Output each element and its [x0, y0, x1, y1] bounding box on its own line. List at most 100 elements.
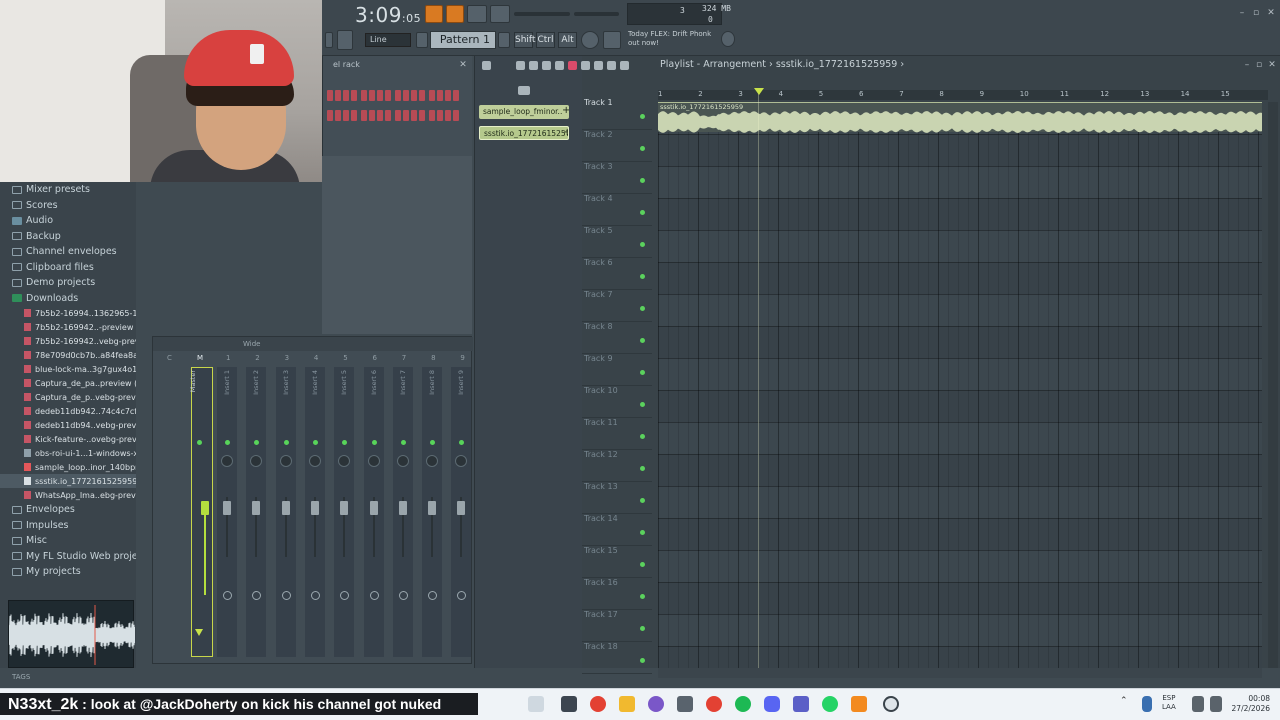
mixer-insert-led[interactable]	[371, 440, 377, 445]
step-button[interactable]	[351, 110, 357, 121]
close-icon[interactable]: ✕	[1266, 8, 1276, 18]
track-mute-led[interactable]	[640, 274, 645, 279]
pattern-selector[interactable]: Pattern 1	[430, 31, 496, 49]
browser-file[interactable]: ssstik.io_1772161525959	[0, 474, 136, 488]
track-mute-led[interactable]	[640, 146, 645, 151]
fl-studio-icon[interactable]	[851, 696, 867, 712]
track-header[interactable]: Track 5	[582, 226, 652, 258]
step-button[interactable]	[411, 110, 417, 121]
playhead-icon[interactable]	[754, 88, 764, 95]
step-button[interactable]	[453, 90, 459, 101]
mixer-send-icon[interactable]	[310, 591, 320, 600]
track-header[interactable]: Track 14	[582, 514, 652, 546]
track-mute-led[interactable]	[640, 338, 645, 343]
step-button[interactable]	[403, 110, 409, 121]
playlist-menu-icon[interactable]	[482, 61, 491, 70]
mixer-send-icon[interactable]	[369, 591, 379, 600]
channel-rack-close-icon[interactable]: ✕	[458, 60, 468, 70]
track-mute-led[interactable]	[640, 466, 645, 471]
step-button[interactable]	[343, 110, 349, 121]
mixer-volume-fader[interactable]	[223, 501, 231, 515]
mixer-volume-fader[interactable]	[281, 501, 290, 515]
mixer-pan-knob[interactable]	[308, 455, 321, 467]
track-mute-led[interactable]	[640, 498, 645, 503]
mixer-send-icon[interactable]	[398, 591, 408, 600]
mixer-volume-fader[interactable]	[457, 501, 466, 515]
playlist-slip-icon[interactable]	[568, 61, 577, 70]
mixer-volume-fader[interactable]	[369, 501, 378, 515]
browser-file[interactable]: blue-lock-ma..3g7gux4o1zils	[0, 362, 136, 376]
step-button[interactable]	[327, 110, 333, 121]
step-button[interactable]	[369, 90, 375, 101]
track-header[interactable]: Track 6	[582, 258, 652, 290]
microphone-tray-icon[interactable]	[1142, 696, 1152, 712]
mixer-volume-fader[interactable]	[398, 501, 407, 515]
shift-key-button[interactable]: Shift	[514, 32, 535, 48]
track-header[interactable]: Track 2	[582, 130, 652, 162]
track-mute-led[interactable]	[640, 658, 645, 663]
track-header[interactable]: Track 13	[582, 482, 652, 514]
step-button[interactable]	[335, 110, 341, 121]
track-header[interactable]: Track 18	[582, 642, 652, 674]
microphone-icon[interactable]	[337, 30, 353, 50]
add-pattern-icon[interactable]	[498, 32, 510, 48]
news-icon[interactable]	[721, 31, 735, 47]
browser-item-backup[interactable]: Backup	[0, 229, 136, 245]
browser-item-mixer-presets[interactable]: Mixer presets	[0, 182, 136, 198]
track-header[interactable]: Track 17	[582, 610, 652, 642]
track-mute-led[interactable]	[640, 370, 645, 375]
discord-icon[interactable]	[764, 696, 780, 712]
picker-clip-ssstik[interactable]: ssstik.io_17721615257...+	[479, 126, 569, 140]
mixer-pan-knob[interactable]	[426, 455, 439, 467]
browser-file[interactable]: Captura_de_p..vebg-preview	[0, 390, 136, 404]
song-mode-button[interactable]	[446, 5, 464, 23]
mixer-pan-knob[interactable]	[367, 455, 380, 467]
mixer-master-led[interactable]	[197, 440, 202, 445]
browser-file[interactable]: WhatsApp_Ima..ebg-preview	[0, 488, 136, 502]
step-button[interactable]	[395, 110, 401, 121]
mixer-volume-fader[interactable]	[310, 501, 319, 515]
spotify-icon[interactable]	[735, 696, 751, 712]
mixer-view-label[interactable]: Wide	[243, 340, 260, 348]
browser-item-channel-envelopes[interactable]: Channel envelopes	[0, 244, 136, 260]
browser-item-envelopes[interactable]: Envelopes	[0, 502, 136, 518]
track-header[interactable]: Track 16	[582, 578, 652, 610]
play-icon[interactable]	[325, 32, 333, 48]
playlist-scrollbar[interactable]	[1268, 102, 1278, 668]
system-clock[interactable]: 00:08 27/2/2026	[1226, 694, 1270, 714]
track-header[interactable]: Track 1	[582, 98, 652, 130]
chrome-profile-icon[interactable]	[706, 696, 722, 712]
browser-item-downloads[interactable]: Downloads	[0, 291, 136, 307]
mixer-volume-fader[interactable]	[340, 501, 349, 515]
step-button[interactable]	[327, 90, 333, 101]
minimize-icon[interactable]: –	[1237, 8, 1247, 18]
camera-icon[interactable]	[677, 696, 693, 712]
step-button[interactable]	[377, 90, 383, 101]
browser-file[interactable]: Kick-feature-..ovebg-preview	[0, 432, 136, 446]
browser-item-misc[interactable]: Misc	[0, 533, 136, 549]
playlist-paint-icon[interactable]	[529, 61, 538, 70]
mixer-insert-led[interactable]	[225, 440, 230, 445]
mixer-insert-led[interactable]	[400, 440, 406, 445]
browser-item-clipboard-files[interactable]: Clipboard files	[0, 260, 136, 276]
timeline-ruler[interactable]: 1 2 3 4 5 6 7 8 9 10 11 12 13 14 15	[658, 90, 1268, 100]
step-button[interactable]	[437, 90, 443, 101]
track-mute-led[interactable]	[640, 594, 645, 599]
track-mute-led[interactable]	[640, 402, 645, 407]
step-button[interactable]	[419, 110, 425, 121]
sample-preview-waveform[interactable]	[8, 600, 136, 668]
keyboard-language[interactable]: ESP LAA	[1162, 694, 1176, 712]
mixer-insert-led[interactable]	[312, 440, 318, 445]
pattern-mode-button[interactable]	[425, 5, 443, 23]
mixer-pan-knob[interactable]	[396, 455, 409, 467]
track-header[interactable]: Track 4	[582, 194, 652, 226]
track-header[interactable]: Track 10	[582, 386, 652, 418]
track-mute-led[interactable]	[640, 114, 645, 119]
song-position[interactable]: 3:09:05	[355, 3, 421, 27]
volume-icon[interactable]	[1210, 696, 1222, 712]
edge-icon[interactable]	[648, 696, 664, 712]
step-button[interactable]	[437, 110, 443, 121]
browser-item-demo-projects[interactable]: Demo projects	[0, 275, 136, 291]
browser-item-my-projects[interactable]: My projects	[0, 564, 136, 580]
track-mute-led[interactable]	[640, 530, 645, 535]
